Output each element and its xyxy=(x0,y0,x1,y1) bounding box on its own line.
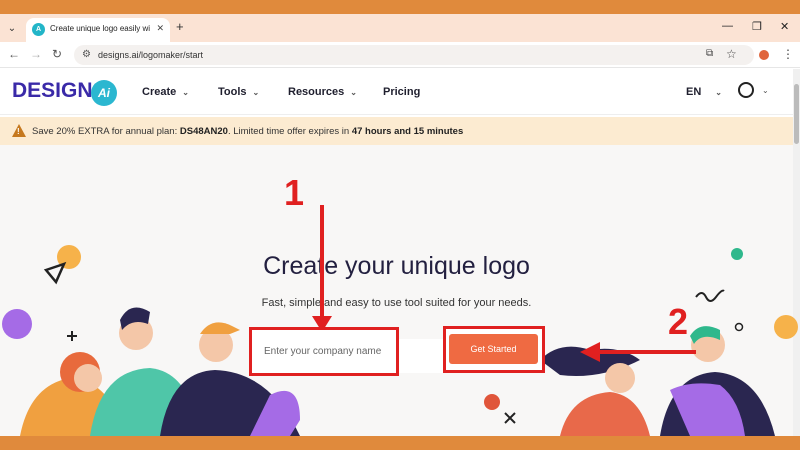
tab-bar: ⌄ A Create unique logo easily with D ✕ +… xyxy=(0,14,800,42)
nav-pricing-label: Pricing xyxy=(383,86,421,98)
minimize-icon[interactable]: — xyxy=(722,20,733,32)
promo-time: 47 hours and 15 minutes xyxy=(351,126,464,137)
browser-toolbar: ← → ↻ ⚙ designs.ai/logomaker/start ⧉ ☆ ⋮ xyxy=(0,42,800,68)
browser-menu-icon[interactable]: ⋮ xyxy=(782,47,794,61)
promo-banner: ! Save 20% EXTRA for annual plan: DS48AN… xyxy=(0,117,793,145)
nav-create[interactable]: Create ⌄ xyxy=(142,86,189,98)
nav-create-label: Create xyxy=(142,86,177,98)
url-text: designs.ai/logomaker/start xyxy=(98,50,204,60)
get-started-button[interactable]: Get Started xyxy=(449,334,538,364)
promo-text: Save 20% EXTRA for annual plan: DS48AN20… xyxy=(32,126,463,137)
site-favicon-icon: A xyxy=(32,23,45,36)
tab-search-icon[interactable]: ⌄ xyxy=(4,21,20,37)
bookmark-star-icon[interactable]: ☆ xyxy=(726,47,737,61)
company-name-input[interactable] xyxy=(249,327,399,376)
nav-resources[interactable]: Resources ⌄ xyxy=(288,86,357,98)
address-bar[interactable]: ⚙ designs.ai/logomaker/start ⧉ ☆ xyxy=(74,45,754,65)
back-icon[interactable]: ← xyxy=(8,47,20,61)
chevron-down-icon: ⌄ xyxy=(715,88,722,97)
chevron-down-icon: ⌄ xyxy=(182,88,189,97)
promo-code: DS48AN20 xyxy=(179,126,228,137)
brand-logo-badge[interactable]: Ai xyxy=(91,80,117,106)
nav-tools[interactable]: Tools ⌄ xyxy=(218,86,259,98)
new-tab-icon[interactable]: + xyxy=(176,20,184,34)
close-window-icon[interactable]: ✕ xyxy=(780,20,789,33)
browser-tab[interactable]: A Create unique logo easily with D ✕ xyxy=(26,18,170,42)
tab-title: Create unique logo easily with D xyxy=(50,24,150,33)
chevron-down-icon: ⌄ xyxy=(252,88,260,97)
forward-icon[interactable]: → xyxy=(30,47,42,61)
warning-mark: ! xyxy=(17,127,20,136)
annotation-step-2: 2 xyxy=(668,301,689,342)
translate-icon[interactable]: ⧉ xyxy=(706,48,713,59)
hero-section: Create your unique logo Fast, simple and… xyxy=(0,145,793,436)
chevron-down-icon: ⌄ xyxy=(350,88,357,97)
nav-tools-label: Tools xyxy=(218,86,247,98)
scrollbar-thumb[interactable] xyxy=(794,84,799,144)
site-header: DESIGNS. Ai Create ⌄ Tools ⌄ Resources ⌄ Pr… xyxy=(0,69,800,115)
site-info-icon[interactable]: ⚙ xyxy=(82,49,91,60)
account-icon[interactable] xyxy=(738,82,754,98)
promo-prefix: Save 20% EXTRA for annual plan: xyxy=(32,126,180,137)
nav-pricing[interactable]: Pricing xyxy=(383,86,420,98)
chevron-down-icon[interactable]: ⌄ xyxy=(762,86,769,95)
reload-icon[interactable]: ↻ xyxy=(52,47,62,61)
annotation-step-1: 1 xyxy=(284,172,305,213)
restore-icon[interactable]: ❐ xyxy=(752,20,762,33)
hero-title: Create your unique logo xyxy=(263,252,530,280)
nav-resources-label: Resources xyxy=(288,86,345,98)
language-selector[interactable]: EN ⌄ xyxy=(686,86,722,98)
input-extension xyxy=(399,339,445,373)
language-label: EN xyxy=(686,86,702,98)
extension-icon[interactable] xyxy=(759,50,769,60)
promo-middle: . Limited time offer expires in xyxy=(227,126,352,137)
close-tab-icon[interactable]: ✕ xyxy=(156,23,164,34)
